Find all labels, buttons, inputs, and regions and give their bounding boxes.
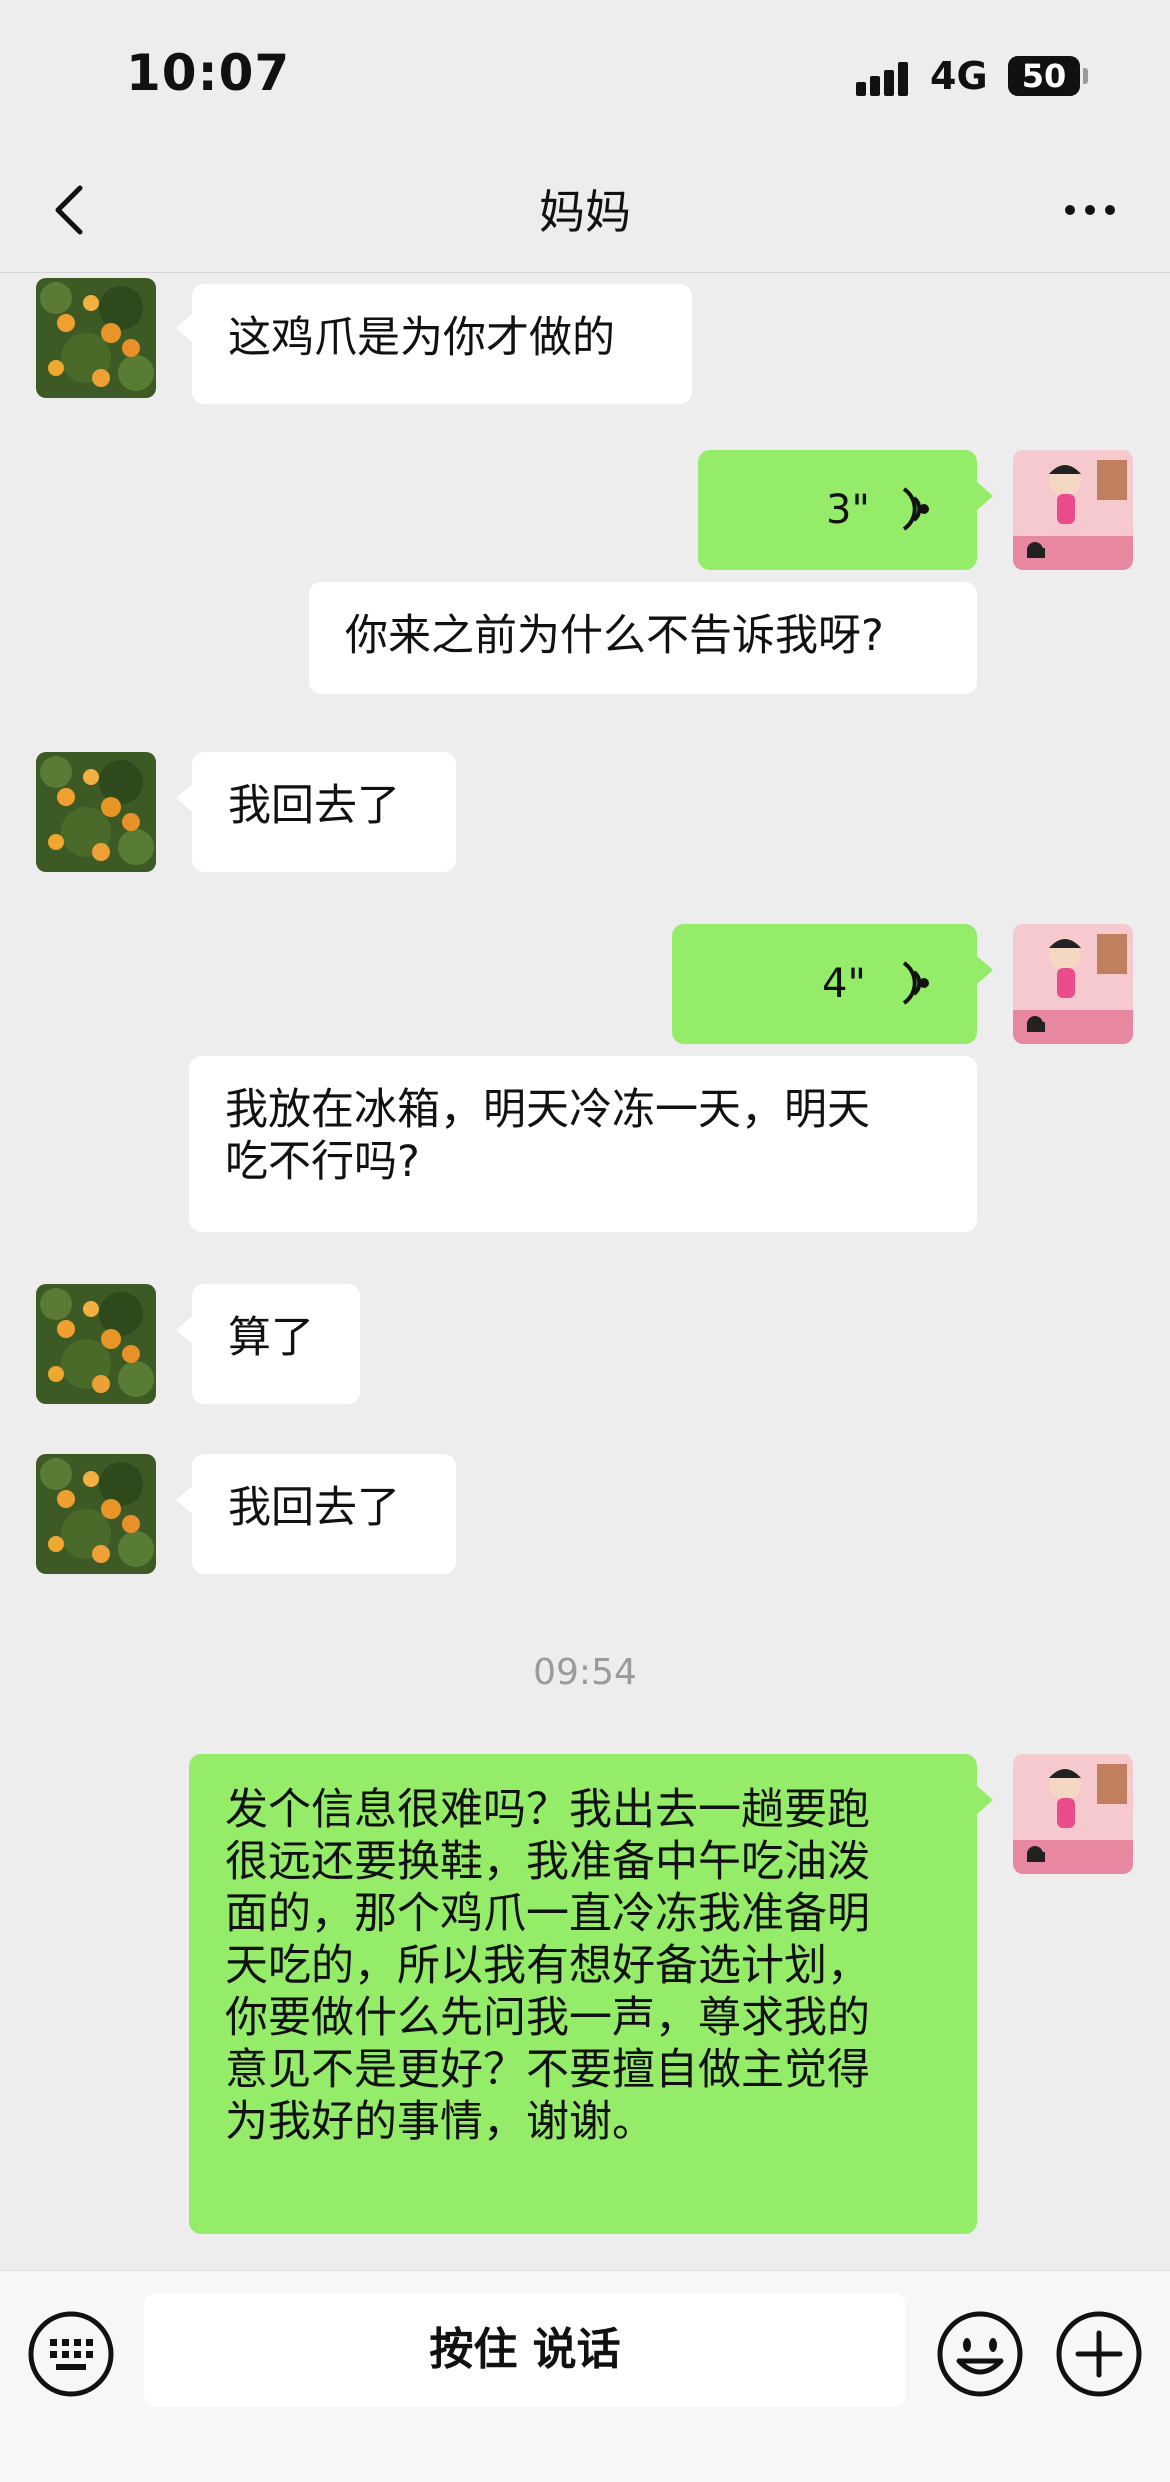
voice-transcript[interactable]: 你来之前为什么不告诉我呀? <box>309 582 977 694</box>
keyboard-icon[interactable] <box>26 2309 116 2399</box>
transcript-line: 我放在冰箱，明天冷冻一天，明天 <box>225 1085 870 1135</box>
message-row: 我回去了 <box>0 752 1170 876</box>
message-line: 意见不是更好？不要擅自做主觉得 <box>225 2045 870 2095</box>
mom-avatar[interactable] <box>36 1284 156 1404</box>
signal-icon <box>856 62 916 96</box>
network-type: 4G <box>930 54 988 98</box>
message-text: 这鸡爪是为你才做的 <box>228 313 615 363</box>
message-list[interactable]: 这鸡爪是为你才做的 3" 你来之前为什么不告诉我呀? 我回去了 4" 我放在冰箱… <box>0 272 1170 2270</box>
voice-transcript-row: 我放在冰箱，明天冷冻一天，明天 吃不行吗? <box>0 1056 1170 1236</box>
message-line: 为我好的事情，谢谢。 <box>225 2097 655 2147</box>
mom-avatar[interactable] <box>36 1454 156 1574</box>
voice-wave-icon <box>902 961 929 1005</box>
plus-icon[interactable] <box>1054 2309 1144 2399</box>
message-line: 发个信息很难吗？我出去一趟要跑 <box>225 1785 870 1835</box>
message-line: 很远还要换鞋，我准备中午吃油泼 <box>225 1837 870 1887</box>
message-line: 面的，那个鸡爪一直冷冻我准备明 <box>225 1889 870 1939</box>
message-row: 4" <box>0 924 1170 1048</box>
status-bar: 10:07 4G 50 <box>0 0 1170 150</box>
battery-icon: 50 <box>1008 56 1080 96</box>
more-icon[interactable] <box>1058 178 1122 242</box>
chat-title: 妈妈 <box>539 185 631 239</box>
hold-to-talk-button[interactable]: 按住 说话 <box>144 2293 906 2407</box>
message-bubble[interactable]: 发个信息很难吗？我出去一趟要跑 很远还要换鞋，我准备中午吃油泼 面的，那个鸡爪一… <box>189 1754 977 2234</box>
message-bubble[interactable]: 这鸡爪是为你才做的 <box>192 284 692 404</box>
message-text: 算了 <box>228 1313 314 1363</box>
message-row: 我回去了 <box>0 1454 1170 1578</box>
message-row: 发个信息很难吗？我出去一趟要跑 很远还要换鞋，我准备中午吃油泼 面的，那个鸡爪一… <box>0 1754 1170 2244</box>
message-timestamp: 09:54 <box>533 1652 637 1693</box>
voice-wave-icon <box>902 487 929 531</box>
my-avatar[interactable] <box>1013 924 1133 1044</box>
voice-transcript[interactable]: 我放在冰箱，明天冷冻一天，明天 吃不行吗? <box>189 1056 977 1232</box>
message-bubble[interactable]: 算了 <box>192 1284 360 1404</box>
voice-message-bubble[interactable]: 3" <box>698 450 977 570</box>
emoji-icon[interactable] <box>935 2309 1025 2399</box>
mom-avatar[interactable] <box>36 278 156 398</box>
battery-cap <box>1083 68 1088 84</box>
my-avatar[interactable] <box>1013 1754 1133 1874</box>
status-time: 10:07 <box>126 44 291 102</box>
mom-avatar[interactable] <box>36 752 156 872</box>
message-text: 我回去了 <box>228 781 400 831</box>
message-line: 你要做什么先问我一声，尊求我的 <box>225 1993 870 2043</box>
message-bubble[interactable]: 我回去了 <box>192 1454 456 1574</box>
my-avatar[interactable] <box>1013 450 1133 570</box>
message-bubble[interactable]: 我回去了 <box>192 752 456 872</box>
message-line: 天吃的，所以我有想好备选计划， <box>225 1941 870 1991</box>
message-row: 这鸡爪是为你才做的 <box>0 278 1170 404</box>
voice-transcript-row: 你来之前为什么不告诉我呀? <box>0 582 1170 698</box>
transcript-text: 你来之前为什么不告诉我呀? <box>345 611 884 661</box>
chat-header: 妈妈 <box>0 150 1170 273</box>
message-row: 3" <box>0 450 1170 574</box>
message-text: 我回去了 <box>228 1483 400 1533</box>
message-row: 算了 <box>0 1284 1170 1408</box>
voice-duration: 3" <box>826 487 870 533</box>
input-bar: 按住 说话 <box>0 2270 1170 2482</box>
voice-duration: 4" <box>822 961 866 1007</box>
voice-message-bubble[interactable]: 4" <box>672 924 977 1044</box>
transcript-line: 吃不行吗? <box>225 1137 420 1187</box>
